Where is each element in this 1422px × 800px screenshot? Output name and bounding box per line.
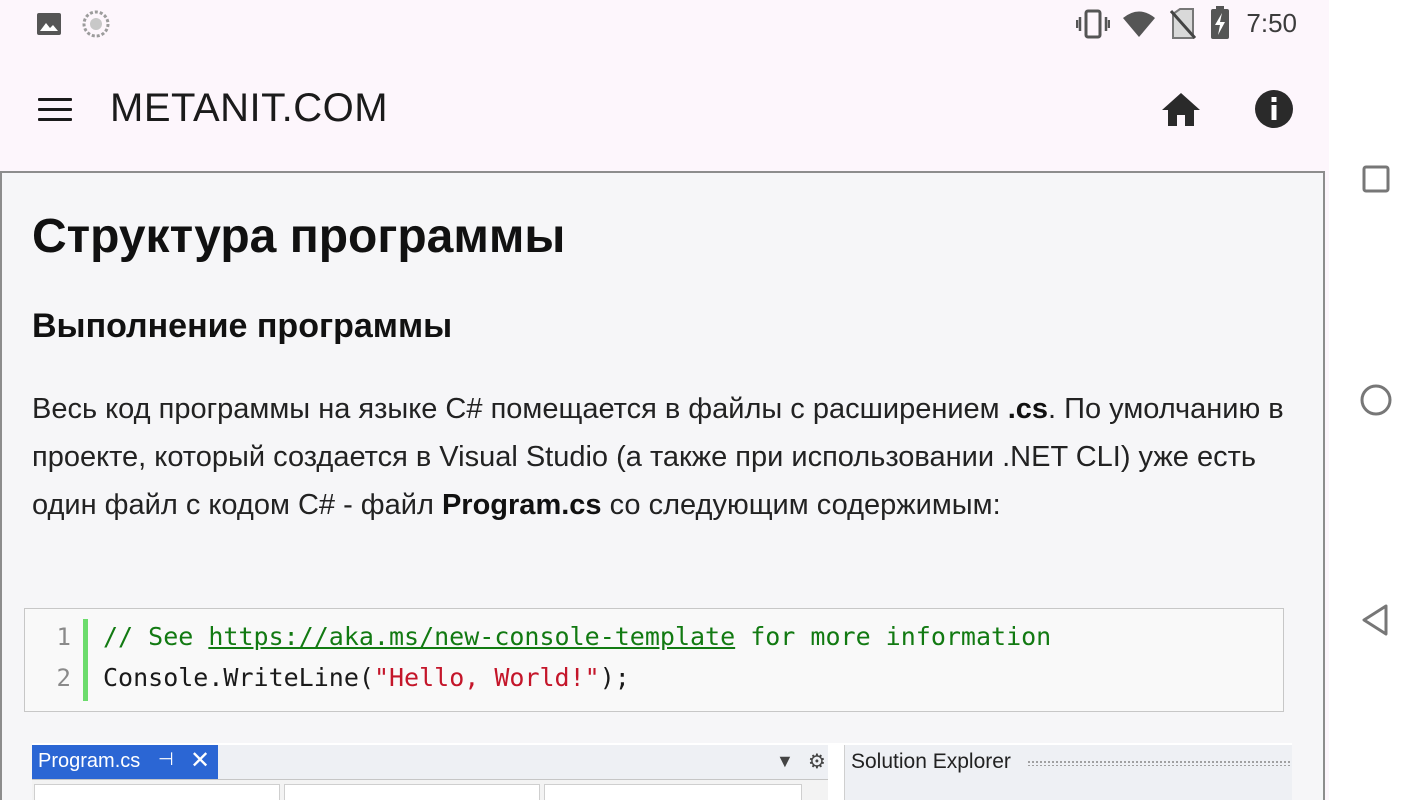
code-text: Console.WriteLine( xyxy=(103,663,374,692)
vs-tab: Program.cs ⊣ ✕ xyxy=(32,745,218,779)
code-string: "Hello, World!" xyxy=(373,663,600,692)
recents-icon xyxy=(1362,165,1390,193)
vs-nav-bar xyxy=(32,779,828,800)
vs-tab-strip: ▼ ⚙ xyxy=(218,745,828,779)
home-button[interactable] xyxy=(1158,88,1204,132)
no-sim-icon xyxy=(1169,8,1197,45)
gutter-bar xyxy=(83,619,88,701)
app-screen: 7:50 METANIT.COM Структура программы Вып… xyxy=(0,0,1329,800)
extension-text: .cs xyxy=(1007,393,1049,425)
paragraph-text: Весь код программы на языке C# помещаетс… xyxy=(32,393,1008,425)
panel-grip xyxy=(1027,760,1292,766)
back-icon xyxy=(1362,604,1388,636)
vs-dropdown xyxy=(284,784,540,800)
info-icon xyxy=(1255,90,1293,128)
solution-explorer-panel: Solution Explorer xyxy=(844,745,1292,800)
article-view[interactable]: Структура программы Выполнение программы… xyxy=(0,171,1325,800)
sync-icon xyxy=(82,10,110,43)
vs-tab-label: Program.cs xyxy=(38,750,141,772)
gear-icon: ⚙ xyxy=(808,751,826,773)
menu-icon-line xyxy=(38,118,72,121)
filename-text: Program.cs xyxy=(441,489,602,521)
paragraph-text: со следующим содержимым: xyxy=(601,489,1001,521)
code-block: 1 2 // See https://aka.ms/new-console-te… xyxy=(24,608,1284,712)
back-button[interactable] xyxy=(1359,603,1393,637)
vs-dropdown xyxy=(544,784,802,800)
menu-icon xyxy=(38,98,72,101)
app-title: METANIT.COM xyxy=(110,86,389,130)
code-gutter: 1 2 xyxy=(25,609,85,711)
system-nav-bar xyxy=(1329,0,1422,800)
close-icon: ✕ xyxy=(190,747,211,774)
menu-button[interactable] xyxy=(30,90,74,128)
code-line-2: Console.WriteLine("Hello, World!"); xyxy=(103,663,630,692)
home-icon xyxy=(1162,93,1200,126)
vs-dropdown xyxy=(34,784,280,800)
code-comment: // See xyxy=(103,622,209,651)
chevron-down-icon: ▼ xyxy=(776,751,794,771)
home-circle-icon xyxy=(1360,384,1392,416)
page-title: Структура программы xyxy=(32,210,566,263)
wifi-icon xyxy=(1122,10,1156,43)
battery-charging-icon xyxy=(1210,6,1230,45)
code-line-1: // See https://aka.ms/new-console-templa… xyxy=(103,622,1051,651)
pin-icon: ⊣ xyxy=(158,749,174,769)
line-number: 2 xyxy=(56,664,71,692)
status-bar: 7:50 xyxy=(0,0,1329,48)
info-button[interactable] xyxy=(1252,87,1296,131)
vibrate-icon xyxy=(1075,8,1111,45)
code-link[interactable]: https://aka.ms/new-console-template xyxy=(208,622,735,651)
status-time: 7:50 xyxy=(1246,8,1297,38)
home-nav-button[interactable] xyxy=(1359,383,1393,417)
line-number: 1 xyxy=(56,623,71,651)
code-comment: for more information xyxy=(735,622,1052,651)
section-heading: Выполнение программы xyxy=(32,307,453,345)
solution-explorer-title: Solution Explorer xyxy=(851,750,1011,773)
article-paragraph: Весь код программы на языке C# помещаетс… xyxy=(32,385,1302,529)
image-icon xyxy=(36,12,62,41)
vs-screenshot-image: Program.cs ⊣ ✕ ▼ ⚙ Solution Explorer xyxy=(32,743,1292,800)
recents-button[interactable] xyxy=(1359,162,1393,196)
menu-icon-line xyxy=(38,108,72,111)
app-bar: METANIT.COM xyxy=(0,48,1329,170)
code-text: ); xyxy=(599,663,630,692)
